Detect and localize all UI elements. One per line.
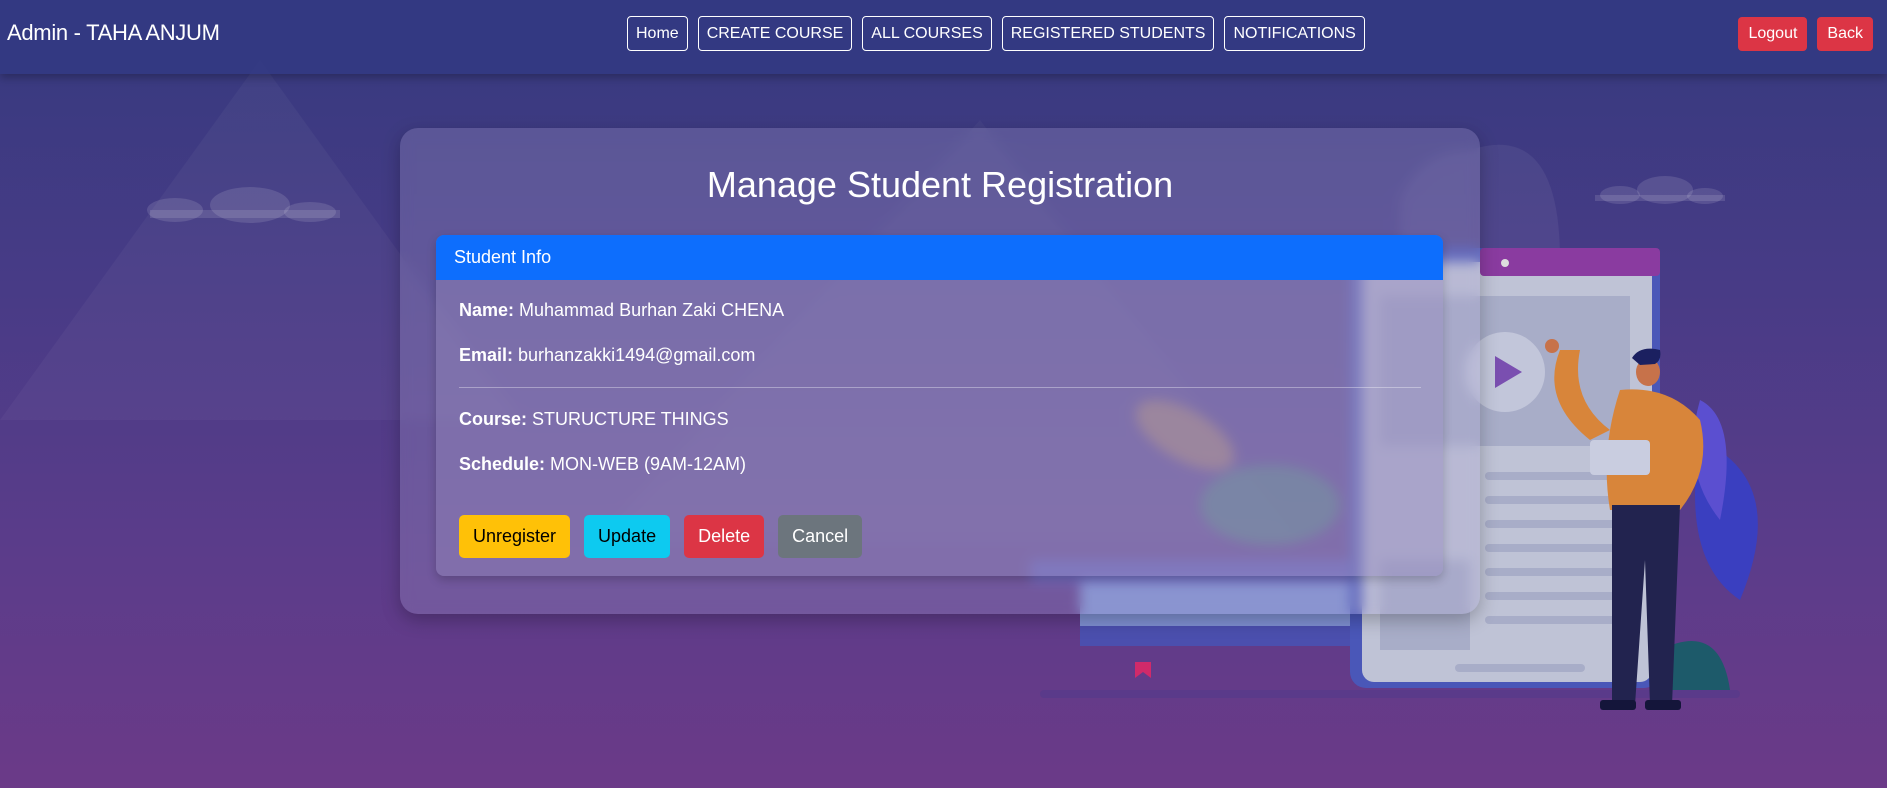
student-email-row: Email: burhanzakki1494@gmail.com [459, 345, 755, 366]
name-value: Muhammad Burhan Zaki CHENA [519, 300, 785, 320]
page-title: Manage Student Registration [706, 164, 1174, 205]
cancel-button[interactable]: Cancel [778, 515, 863, 558]
top-navbar: Admin - TAHA ANJUM Home CREATE COURSE AL… [0, 0, 1887, 74]
action-buttons: Unregister Update Delete Cancel [459, 515, 863, 558]
email-label: Email: [459, 345, 519, 365]
student-info-card: Student Info Name: Muhammad Burhan Zaki … [436, 235, 1443, 576]
delete-button[interactable]: Delete [684, 515, 765, 558]
info-divider [459, 387, 1421, 388]
back-button[interactable]: Back [1817, 17, 1873, 51]
brand-title: Admin - TAHA ANJUM [7, 20, 220, 45]
student-name-row: Name: Muhammad Burhan Zaki CHENA [459, 300, 784, 321]
nav-home-button[interactable]: Home [627, 16, 688, 51]
nav-all-courses-button[interactable]: ALL COURSES [862, 16, 992, 51]
nav-registered-students-button[interactable]: REGISTERED STUDENTS [1001, 16, 1215, 51]
name-label: Name: [459, 300, 520, 320]
schedule-row: Schedule: MON-WEB (9AM-12AM) [459, 454, 746, 475]
nav-links: Home CREATE COURSE ALL COURSES REGISTERE… [627, 16, 1365, 51]
course-value: STURUCTURE THINGS [532, 409, 729, 429]
nav-notifications-button[interactable]: NOTIFICATIONS [1224, 16, 1365, 51]
logout-button[interactable]: Logout [1738, 17, 1808, 51]
nav-right-actions: Logout Back [1738, 17, 1873, 51]
schedule-value: MON-WEB (9AM-12AM) [550, 454, 747, 474]
course-label: Course: [459, 409, 533, 429]
course-row: Course: STURUCTURE THINGS [459, 409, 729, 430]
unregister-button[interactable]: Unregister [459, 515, 571, 558]
student-info-header: Student Info [436, 235, 1443, 280]
email-value: burhanzakki1494@gmail.com [518, 345, 756, 365]
manage-registration-panel: Manage Student Registration Student Info… [400, 128, 1480, 614]
update-button[interactable]: Update [584, 515, 671, 558]
nav-create-course-button[interactable]: CREATE COURSE [697, 16, 853, 51]
schedule-label: Schedule: [459, 454, 551, 474]
